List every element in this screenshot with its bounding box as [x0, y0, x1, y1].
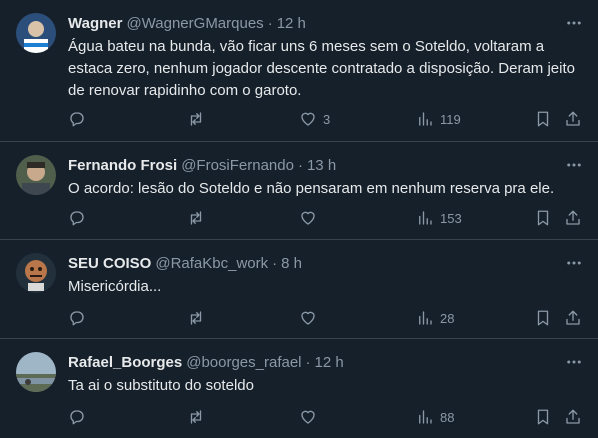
- avatar[interactable]: [16, 352, 56, 392]
- view-count: 88: [440, 409, 455, 425]
- user-handle[interactable]: @RafaKbc_work: [155, 255, 268, 272]
- tweet-header: Fernando Frosi @FrosiFernando · 13 h: [68, 154, 582, 176]
- heart-icon: [301, 410, 315, 424]
- view-count: 28: [440, 310, 455, 326]
- share-icon: [566, 111, 580, 126]
- timestamp[interactable]: 12 h: [315, 354, 344, 371]
- like-count: 3: [323, 111, 331, 127]
- bookmark-icon: [537, 310, 549, 326]
- tweet-text: Água bateu na bunda, vão ficar uns 6 mes…: [68, 38, 575, 99]
- views-button[interactable]: 153: [416, 206, 462, 230]
- reply-icon: [70, 311, 84, 326]
- bookmark-icon: [537, 409, 549, 425]
- retweet-button[interactable]: [187, 206, 205, 230]
- user-handle[interactable]: @boorges_rafael: [186, 354, 301, 371]
- user-handle[interactable]: @WagnerGMarques: [126, 15, 263, 32]
- separator: ·: [305, 353, 311, 371]
- tweet-actions: 3 119: [68, 107, 582, 131]
- like-button[interactable]: [299, 206, 323, 230]
- heart-icon: [301, 112, 315, 126]
- retweet-icon: [190, 211, 202, 225]
- bookmark-button[interactable]: [534, 405, 552, 429]
- view-count: 119: [440, 111, 461, 127]
- timestamp[interactable]: 12 h: [277, 15, 306, 32]
- bookmark-button[interactable]: [534, 206, 552, 230]
- share-button[interactable]: [564, 405, 582, 429]
- reply-button[interactable]: [68, 405, 86, 429]
- more-options-icon[interactable]: [562, 252, 586, 274]
- display-name[interactable]: Rafael_Boorges: [68, 354, 182, 371]
- heart-icon: [301, 211, 315, 225]
- timestamp[interactable]: 13 h: [307, 157, 336, 174]
- avatar[interactable]: [16, 253, 56, 293]
- reply-icon: [70, 112, 84, 127]
- timeline-feed: Wagner @WagnerGMarques · 12 h Água bateu…: [0, 0, 598, 438]
- share-button[interactable]: [564, 306, 582, 330]
- share-button[interactable]: [564, 107, 582, 131]
- tweet-header: SEU COISO @RafaKbc_work · 8 h: [68, 252, 582, 274]
- avatar[interactable]: [16, 155, 56, 195]
- like-button[interactable]: [299, 405, 323, 429]
- display-name[interactable]: Fernando Frosi: [68, 157, 177, 174]
- retweet-button[interactable]: [187, 405, 205, 429]
- views-icon: [419, 311, 432, 325]
- tweet-header: Wagner @WagnerGMarques · 12 h: [68, 12, 582, 34]
- more-options-icon[interactable]: [562, 12, 586, 34]
- retweet-button[interactable]: [187, 107, 205, 131]
- tweet[interactable]: Fernando Frosi @FrosiFernando · 13 h O a…: [0, 142, 598, 240]
- heart-icon: [301, 311, 315, 325]
- retweet-icon: [190, 311, 202, 325]
- bookmark-button[interactable]: [534, 107, 552, 131]
- tweet-text: Ta ai o substituto do soteldo: [68, 377, 254, 394]
- avatar[interactable]: [16, 13, 56, 53]
- tweet[interactable]: Wagner @WagnerGMarques · 12 h Água bateu…: [0, 0, 598, 142]
- reply-button[interactable]: [68, 107, 86, 131]
- like-button[interactable]: [299, 306, 323, 330]
- timestamp[interactable]: 8 h: [281, 255, 302, 272]
- tweet-text: O acordo: lesão do Soteldo e não pensara…: [68, 180, 555, 197]
- reply-button[interactable]: [68, 206, 86, 230]
- share-icon: [566, 310, 580, 325]
- views-icon: [419, 410, 432, 424]
- more-options-icon[interactable]: [562, 351, 586, 373]
- separator: ·: [267, 14, 273, 32]
- retweet-icon: [190, 112, 202, 126]
- like-button[interactable]: 3: [299, 107, 330, 131]
- bookmark-icon: [537, 111, 549, 127]
- tweet-text: Misericórdia...: [68, 278, 162, 295]
- separator: ·: [297, 156, 303, 174]
- separator: ·: [272, 254, 278, 272]
- share-icon: [566, 409, 580, 424]
- views-icon: [419, 112, 432, 126]
- user-handle[interactable]: @FrosiFernando: [181, 157, 294, 174]
- share-icon: [566, 210, 580, 225]
- display-name[interactable]: SEU COISO: [68, 255, 151, 272]
- tweet[interactable]: SEU COISO @RafaKbc_work · 8 h Misericórd…: [0, 240, 598, 339]
- tweet-header: Rafael_Boorges @boorges_rafael · 12 h: [68, 351, 582, 373]
- views-button[interactable]: 119: [416, 107, 461, 131]
- tweet[interactable]: Rafael_Boorges @boorges_rafael · 12 h Ta…: [0, 339, 598, 438]
- views-button[interactable]: 28: [416, 306, 454, 330]
- retweet-button[interactable]: [187, 306, 205, 330]
- tweet-actions: 153: [68, 206, 582, 230]
- reply-button[interactable]: [68, 306, 86, 330]
- bookmark-icon: [537, 210, 549, 226]
- share-button[interactable]: [564, 206, 582, 230]
- views-icon: [419, 211, 432, 225]
- reply-icon: [70, 410, 84, 425]
- more-options-icon[interactable]: [562, 154, 586, 176]
- display-name[interactable]: Wagner: [68, 15, 122, 32]
- retweet-icon: [190, 410, 202, 424]
- bookmark-button[interactable]: [534, 306, 552, 330]
- reply-icon: [70, 211, 84, 226]
- tweet-actions: 28: [68, 306, 582, 330]
- views-button[interactable]: 88: [416, 405, 454, 429]
- view-count: 153: [440, 210, 462, 226]
- tweet-actions: 88: [68, 405, 582, 429]
